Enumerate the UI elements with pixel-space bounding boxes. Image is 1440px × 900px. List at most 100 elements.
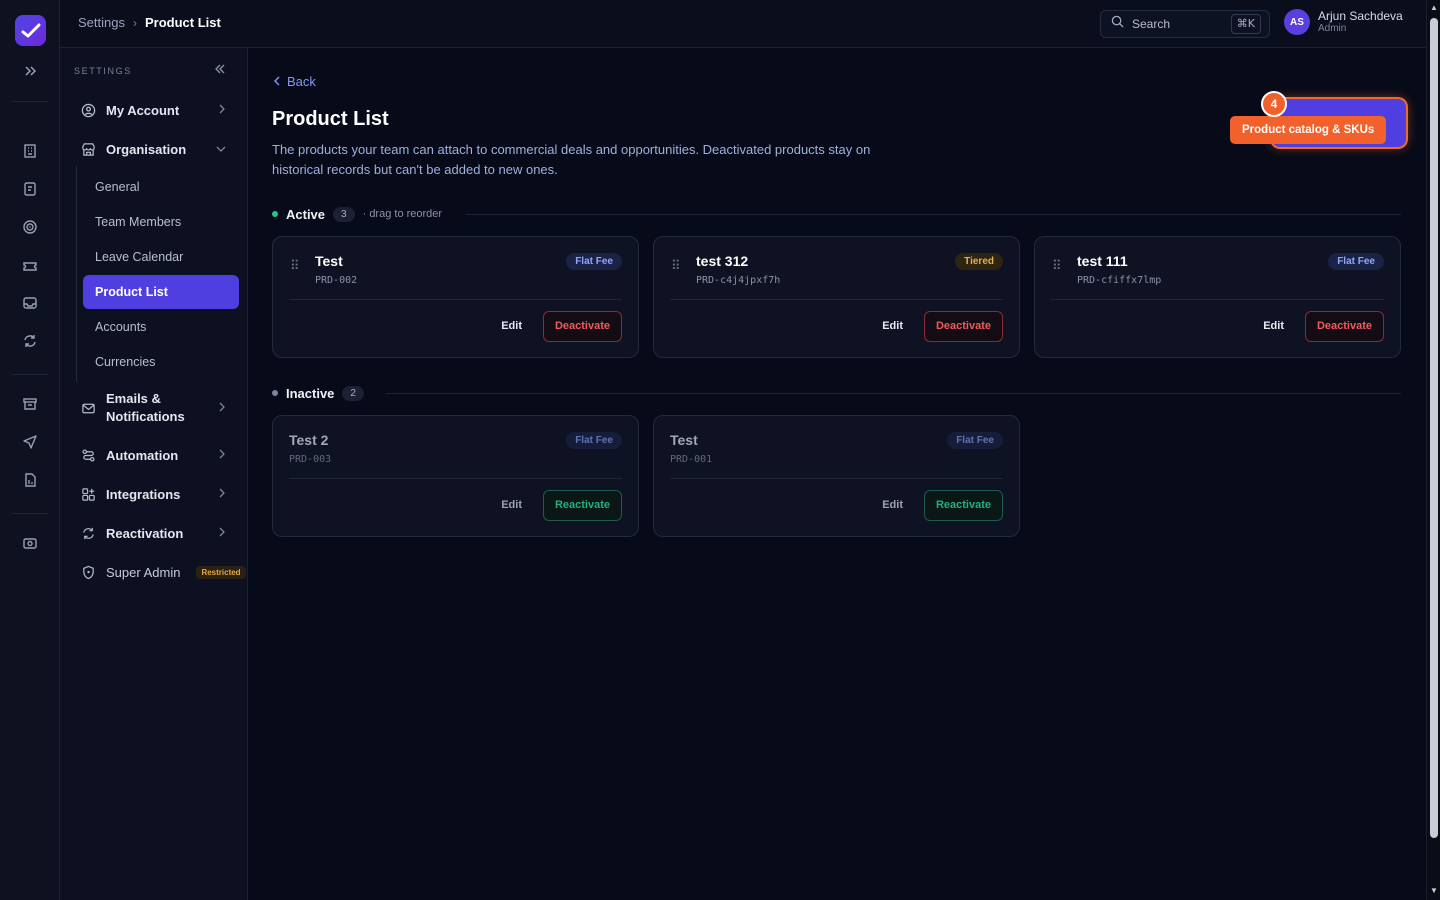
inactive-section-header: Inactive 2 [272, 383, 364, 403]
app-logo-icon[interactable] [15, 15, 46, 46]
product-card[interactable]: Test PRD-001 Flat Fee Edit Reactivate [653, 415, 1020, 537]
archive-icon[interactable] [20, 394, 40, 414]
chevron-right-icon [218, 399, 226, 417]
divider [670, 299, 1003, 300]
section-count: 2 [342, 385, 364, 401]
sidebar-item-label: Reactivation [106, 525, 184, 541]
sidebar-item-integrations[interactable]: Integrations [74, 478, 238, 510]
product-card[interactable]: ⠿ test 111 PRD-cfiffx7lmp Flat Fee Edit … [1034, 236, 1401, 358]
inbox-icon[interactable] [20, 293, 40, 313]
top-bar: Settings › Product List Search ⌘K AS Arj… [60, 0, 1426, 48]
drag-handle-icon[interactable]: ⠿ [671, 258, 681, 274]
report-icon[interactable] [20, 470, 40, 490]
breadcrumb: Settings › Product List [78, 15, 221, 30]
pricing-badge: Tiered [955, 253, 1003, 270]
deactivate-button[interactable]: Deactivate [1304, 311, 1384, 342]
building-icon[interactable] [20, 141, 40, 161]
user-menu[interactable]: AS Arjun Sachdeva Admin [1284, 9, 1403, 35]
pricing-badge: Flat Fee [1328, 253, 1384, 270]
page-description: The products your team can attach to com… [272, 142, 871, 177]
scroll-up-icon[interactable]: ▲ [1429, 3, 1439, 13]
chevron-right-icon [218, 101, 226, 119]
chevron-down-icon [216, 140, 226, 158]
search-input[interactable]: Search ⌘K [1100, 10, 1270, 38]
product-card[interactable]: ⠿ test 312 PRD-c4j4jpxf7h Tiered Edit De… [653, 236, 1020, 358]
product-code: PRD-c4j4jpxf7h [696, 275, 781, 286]
expand-rail-icon[interactable] [20, 61, 40, 81]
drag-handle-icon[interactable]: ⠿ [1052, 258, 1062, 274]
ticket-icon[interactable] [20, 256, 40, 276]
refresh-icon [80, 525, 96, 541]
target-icon[interactable] [20, 217, 40, 237]
product-name: test 312 [696, 253, 749, 269]
section-title: Inactive [286, 385, 335, 401]
submenu-line [76, 166, 77, 382]
chevron-right-icon [218, 446, 226, 464]
sidebar-subitem-currencies[interactable]: Currencies [83, 345, 239, 379]
divider [289, 478, 622, 479]
user-name: Arjun Sachdeva [1318, 9, 1403, 23]
scrollbar-thumb[interactable] [1430, 18, 1438, 838]
edit-button[interactable]: Edit [882, 320, 903, 332]
sidebar-item-automation[interactable]: Automation [74, 439, 238, 471]
store-icon [80, 141, 96, 157]
product-code: PRD-001 [670, 454, 713, 465]
edit-button[interactable]: Edit [882, 499, 903, 511]
sidebar-item-label: My Account [106, 102, 180, 118]
tour-step-badge: 4 [1261, 91, 1287, 117]
sidebar-item-super-admin[interactable]: Super Admin Restricted [74, 556, 254, 588]
sidebar-heading: SETTINGS [74, 66, 132, 76]
reactivate-button[interactable]: Reactivate [542, 490, 622, 521]
divider [289, 299, 622, 300]
send-icon[interactable] [20, 432, 40, 452]
product-card[interactable]: ⠿ Test PRD-002 Flat Fee Edit Deactivate [272, 236, 639, 358]
product-code: PRD-cfiffx7lmp [1077, 275, 1162, 286]
product-card[interactable]: Test 2 PRD-003 Flat Fee Edit Reactivate [272, 415, 639, 537]
active-dot-icon [272, 211, 278, 217]
back-link[interactable]: Back [274, 74, 316, 89]
edit-button[interactable]: Edit [501, 320, 522, 332]
cash-icon[interactable] [20, 533, 40, 553]
search-placeholder: Search [1132, 17, 1171, 31]
sidebar-subitem-product-list[interactable]: Product List [83, 275, 239, 309]
chevron-right-icon: › [132, 15, 137, 30]
deactivate-button[interactable]: Deactivate [542, 311, 622, 342]
sidebar-item-label: Super Admin [106, 564, 181, 580]
product-code: PRD-003 [289, 454, 332, 465]
sidebar-item-reactivation[interactable]: Reactivation [74, 517, 238, 549]
product-name: Test [315, 253, 343, 269]
user-role: Admin [1318, 23, 1347, 34]
scroll-down-icon[interactable]: ▼ [1429, 886, 1439, 896]
sidebar-item-my-account[interactable]: My Account [74, 94, 238, 126]
active-section-header: Active 3 · drag to reorder [272, 204, 442, 224]
product-name: test 111 [1077, 253, 1128, 269]
divider [1051, 299, 1384, 300]
scrollbar[interactable]: ▲ ▼ [1426, 0, 1440, 900]
avatar[interactable]: AS [1284, 9, 1310, 35]
product-name: Test 2 [289, 432, 329, 448]
reactivate-button[interactable]: Reactivate [923, 490, 1003, 521]
deactivate-button[interactable]: Deactivate [923, 311, 1003, 342]
document-icon[interactable] [20, 179, 40, 199]
divider [386, 393, 1401, 394]
inactive-dot-icon [272, 390, 278, 396]
breadcrumb-settings[interactable]: Settings [78, 15, 125, 30]
edit-button[interactable]: Edit [501, 499, 522, 511]
chevron-right-icon [218, 524, 226, 542]
edit-button[interactable]: Edit [1263, 320, 1284, 332]
sidebar-subitem-accounts[interactable]: Accounts [83, 310, 239, 344]
sync-icon[interactable] [20, 331, 40, 351]
drag-handle-icon[interactable]: ⠿ [290, 258, 300, 274]
sidebar-subitem-team-members[interactable]: Team Members [83, 205, 239, 239]
collapse-sidebar-icon[interactable] [214, 62, 226, 80]
sidebar-item-label: Emails & Notifications [106, 391, 185, 424]
pricing-badge: Flat Fee [947, 432, 1003, 449]
sidebar-item-emails-notifications[interactable]: Emails & Notifications [74, 388, 238, 428]
product-code: PRD-002 [315, 275, 358, 286]
search-shortcut: ⌘K [1230, 14, 1261, 34]
section-count: 3 [333, 206, 355, 222]
sidebar-subitem-general[interactable]: General [83, 170, 239, 204]
search-icon [1111, 15, 1124, 33]
sidebar-item-organisation[interactable]: Organisation [74, 133, 238, 165]
sidebar-subitem-leave-calendar[interactable]: Leave Calendar [83, 240, 239, 274]
